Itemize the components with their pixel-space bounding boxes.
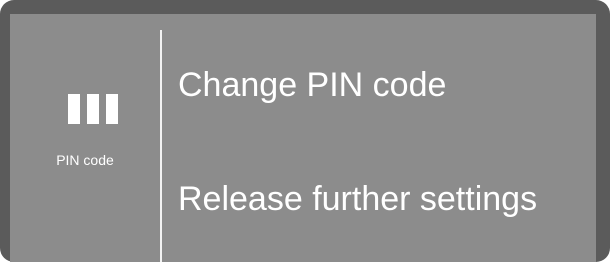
pin-dot-3 (106, 94, 118, 124)
vertical-divider (160, 30, 162, 262)
device-frame: PIN code Change PIN code Release further… (0, 0, 610, 262)
side-panel: PIN code (10, 14, 160, 262)
side-panel-label: PIN code (56, 152, 114, 168)
release-further-settings-item[interactable]: Release further settings (178, 180, 537, 219)
display-screen: PIN code Change PIN code Release further… (10, 14, 596, 262)
pin-dot-1 (68, 94, 80, 124)
pin-dot-2 (87, 94, 99, 124)
change-pin-code-item[interactable]: Change PIN code (178, 66, 446, 105)
pin-dots-icon (68, 94, 118, 124)
